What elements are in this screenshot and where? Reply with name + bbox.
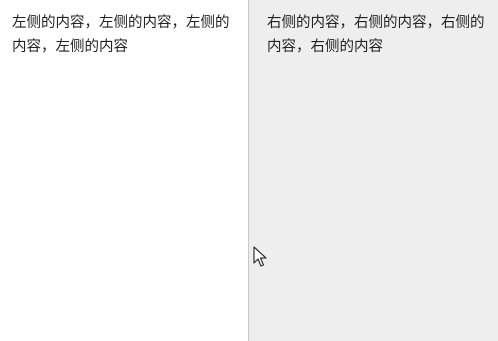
split-layout: 左侧的内容，左侧的内容，左侧的内容，左侧的内容 右侧的内容，右侧的内容，右侧的内… (0, 0, 498, 341)
left-pane: 左侧的内容，左侧的内容，左侧的内容，左侧的内容 (0, 0, 248, 341)
right-pane-text: 右侧的内容，右侧的内容，右侧的内容，右侧的内容 (267, 15, 485, 55)
left-pane-text: 左侧的内容，左侧的内容，左侧的内容，左侧的内容 (12, 15, 230, 55)
right-pane: 右侧的内容，右侧的内容，右侧的内容，右侧的内容 (249, 0, 498, 341)
arrow-pointer-icon (253, 246, 267, 267)
